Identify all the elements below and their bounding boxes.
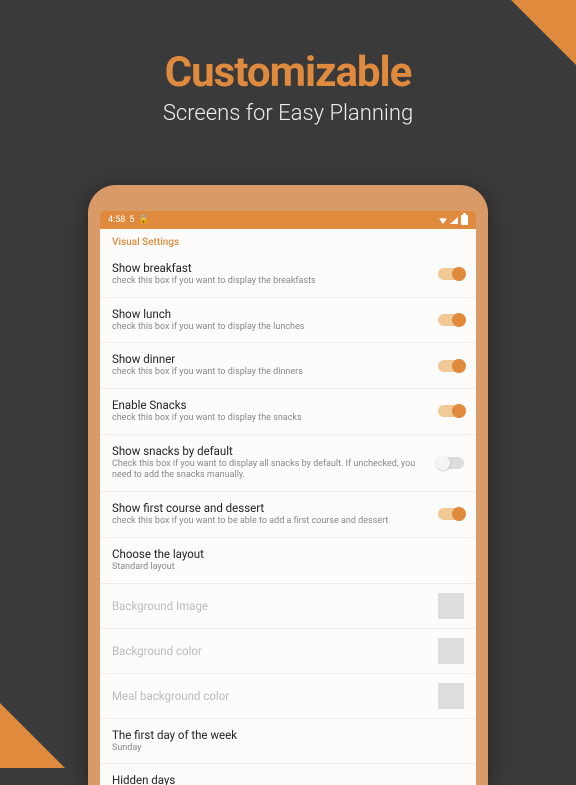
setting-title: Show dinner: [112, 352, 428, 366]
setting-title: Background Image: [112, 599, 428, 613]
setting-row[interactable]: Show breakfastcheck this box if you want…: [100, 252, 476, 298]
battery-icon: [461, 215, 468, 225]
setting-text: Show breakfastcheck this box if you want…: [112, 261, 428, 288]
setting-row[interactable]: Show snacks by defaultCheck this box if …: [100, 435, 476, 492]
setting-row[interactable]: Show lunchcheck this box if you want to …: [100, 298, 476, 344]
toggle-knob: [452, 313, 466, 327]
toggle-switch[interactable]: [438, 360, 464, 372]
toggle-knob: [452, 507, 466, 521]
setting-description: Sunday: [112, 743, 464, 755]
section-header: Visual Settings: [100, 229, 476, 252]
setting-row[interactable]: Hidden days: [100, 764, 476, 785]
setting-row[interactable]: Meal background color: [100, 674, 476, 719]
setting-row[interactable]: Background color: [100, 629, 476, 674]
toggle-switch[interactable]: [438, 457, 464, 469]
setting-title: Meal background color: [112, 689, 428, 703]
hero-section: Customizable Screens for Easy Planning: [0, 0, 576, 126]
setting-title: Choose the layout: [112, 547, 464, 561]
lock-icon: 🔒: [138, 215, 149, 225]
corner-decoration-top-right: [511, 0, 576, 65]
setting-text: Meal background color: [112, 689, 428, 703]
setting-text: The first day of the weekSunday: [112, 728, 464, 755]
status-bar: 4:58 5 🔒: [100, 211, 476, 229]
toggle-knob: [436, 456, 450, 470]
corner-decoration-bottom-left: [0, 703, 65, 768]
setting-description: check this box if you want to be able to…: [112, 516, 428, 528]
setting-row[interactable]: The first day of the weekSunday: [100, 719, 476, 765]
setting-text: Show lunchcheck this box if you want to …: [112, 307, 428, 334]
hero-subtitle: Screens for Easy Planning: [0, 101, 576, 126]
toggle-knob: [452, 267, 466, 281]
toggle-switch[interactable]: [438, 508, 464, 520]
setting-title: Hidden days: [112, 773, 464, 785]
setting-description: Standard layout: [112, 562, 464, 574]
setting-row[interactable]: Enable Snackscheck this box if you want …: [100, 389, 476, 435]
setting-row[interactable]: Show first course and dessertcheck this …: [100, 492, 476, 538]
setting-text: Background color: [112, 644, 428, 658]
setting-text: Show first course and dessertcheck this …: [112, 501, 428, 528]
toggle-switch[interactable]: [438, 314, 464, 326]
setting-title: Show first course and dessert: [112, 501, 428, 515]
setting-description: check this box if you want to display th…: [112, 413, 428, 425]
setting-row[interactable]: Background Image: [100, 584, 476, 629]
setting-text: Background Image: [112, 599, 428, 613]
setting-description: check this box if you want to display th…: [112, 322, 428, 334]
status-time: 4:58: [108, 215, 125, 225]
color-swatch[interactable]: [438, 638, 464, 664]
setting-title: Background color: [112, 644, 428, 658]
settings-list: Show breakfastcheck this box if you want…: [100, 252, 476, 785]
setting-text: Hidden days: [112, 773, 464, 785]
tablet-frame: 4:58 5 🔒 Visual Settings Show breakfastc…: [88, 185, 488, 785]
setting-row[interactable]: Show dinnercheck this box if you want to…: [100, 343, 476, 389]
toggle-knob: [452, 359, 466, 373]
setting-row[interactable]: Choose the layoutStandard layout: [100, 538, 476, 584]
toggle-switch[interactable]: [438, 405, 464, 417]
setting-title: Show snacks by default: [112, 444, 428, 458]
setting-description: Check this box if you want to display al…: [112, 459, 428, 482]
setting-title: Enable Snacks: [112, 398, 428, 412]
setting-text: Show dinnercheck this box if you want to…: [112, 352, 428, 379]
setting-text: Enable Snackscheck this box if you want …: [112, 398, 428, 425]
toggle-switch[interactable]: [438, 268, 464, 280]
signal-icon: [450, 217, 458, 224]
setting-title: Show lunch: [112, 307, 428, 321]
status-network-label: 5: [129, 215, 134, 225]
setting-title: The first day of the week: [112, 728, 464, 742]
setting-text: Show snacks by defaultCheck this box if …: [112, 444, 428, 482]
color-swatch[interactable]: [438, 593, 464, 619]
setting-description: check this box if you want to display th…: [112, 276, 428, 288]
setting-description: check this box if you want to display th…: [112, 367, 428, 379]
wifi-icon: [439, 216, 447, 224]
hero-title: Customizable: [0, 48, 576, 97]
setting-title: Show breakfast: [112, 261, 428, 275]
setting-text: Choose the layoutStandard layout: [112, 547, 464, 574]
color-swatch[interactable]: [438, 683, 464, 709]
toggle-knob: [452, 404, 466, 418]
tablet-screen: 4:58 5 🔒 Visual Settings Show breakfastc…: [100, 211, 476, 785]
